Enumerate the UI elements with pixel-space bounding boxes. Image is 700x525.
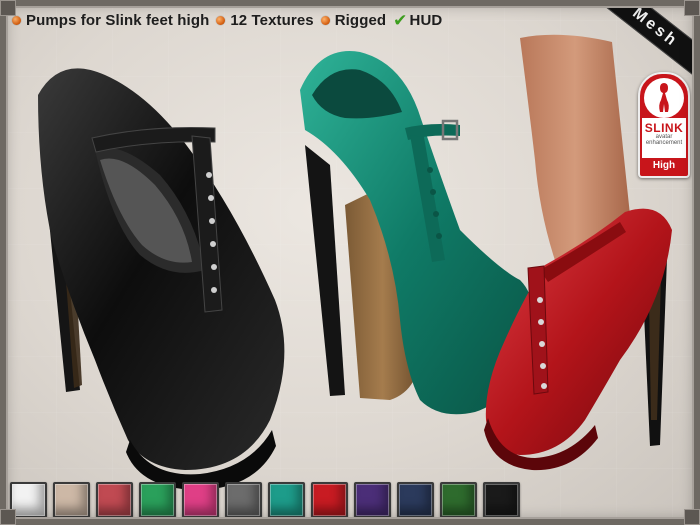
feature-item: ✔ HUD <box>393 12 442 29</box>
texture-swatch[interactable] <box>483 482 520 518</box>
slink-tagline-line-2: enhancement <box>645 140 683 146</box>
teal-pump-heel <box>305 145 345 396</box>
texture-swatch[interactable] <box>225 482 262 518</box>
frame-corner <box>0 0 16 16</box>
feature-item: Pumps for Slink feet high <box>12 12 209 29</box>
texture-swatch[interactable] <box>440 482 477 518</box>
slink-variant-text: High <box>652 160 676 171</box>
feature-label: 12 Textures <box>230 11 314 29</box>
feature-label: Rigged <box>334 11 387 29</box>
slink-tagline: avatar enhancement <box>640 134 688 146</box>
texture-swatch-row <box>10 482 526 518</box>
feature-item: Rigged <box>320 11 387 29</box>
orange-bullet-icon <box>12 15 21 25</box>
product-ad-canvas: Pumps for Slink feet high 12 Textures Ri… <box>0 0 700 525</box>
texture-swatch[interactable] <box>53 482 90 518</box>
feature-label: Pumps for Slink feet high <box>26 11 210 29</box>
slink-brand-text: SLINK <box>644 121 684 135</box>
texture-swatch[interactable] <box>139 482 176 518</box>
texture-swatch[interactable] <box>354 482 391 518</box>
black-pump <box>38 68 285 490</box>
frame-corner <box>0 509 16 525</box>
texture-swatch[interactable] <box>311 482 348 518</box>
green-check-icon: ✔ <box>393 10 408 30</box>
orange-bullet-icon <box>216 15 226 25</box>
slink-logo: SLINK avatar enhancement High <box>638 72 690 178</box>
feature-item: 12 Textures <box>216 11 314 29</box>
frame-corner <box>684 509 700 525</box>
feature-list: Pumps for Slink feet high 12 Textures Ri… <box>12 8 449 32</box>
texture-swatch[interactable] <box>268 482 305 518</box>
frame-corner <box>684 0 700 16</box>
texture-swatch[interactable] <box>182 482 219 518</box>
red-pump-body <box>485 208 672 455</box>
feature-label: HUD <box>409 11 443 29</box>
slink-silhouette-icon <box>644 78 684 118</box>
texture-swatch[interactable] <box>397 482 434 518</box>
shoe-artwork <box>38 34 672 490</box>
orange-bullet-icon <box>320 15 330 25</box>
texture-swatch[interactable] <box>96 482 133 518</box>
